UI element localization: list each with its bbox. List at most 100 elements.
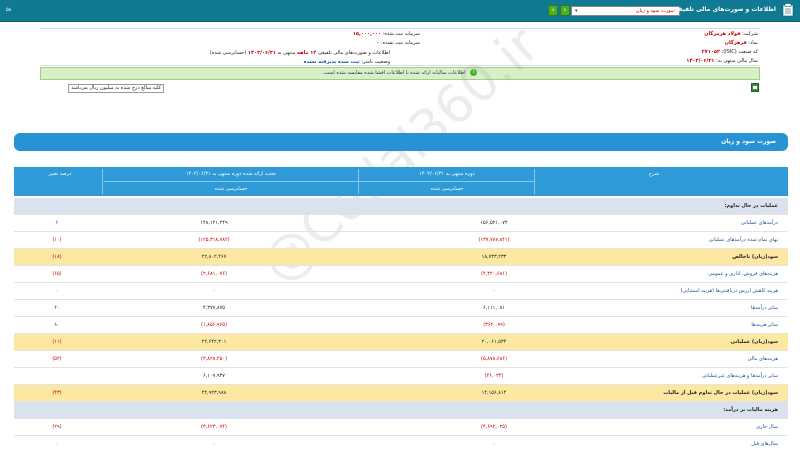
cell-period-1: ۲۰,۰۶۱,۵۳۴ [481, 339, 507, 345]
audit-status: (حسابرسی شده) [209, 50, 247, 56]
isic-value: ۲۷۱۰۵۲ [701, 49, 720, 55]
cell-change: (۴۳) [52, 390, 62, 396]
registered-capital-field: سرمایه ثبت شده: ۱۵,۰۰۰,۰۰۰ [352, 31, 420, 37]
next-button[interactable]: › [560, 5, 570, 16]
table-row: هزینه مالیات بر درآمد: [14, 402, 788, 419]
table-row: هزینه‌های فروش، اداری و عمومی (۴,۴۲۰,۶۸۱)… [14, 266, 788, 283]
header-period-1-status: حسابرسی شده [430, 186, 464, 192]
top-bar: ۵۸ ‹ › صورت سود و زیان ▾ اطلاعات و صورت‌… [0, 0, 800, 22]
page-title: اطلاعات و صورت‌های مالی تلفیقی [672, 6, 776, 13]
cell-change: (۱۰) [52, 237, 62, 243]
codal-report-page: ۵۸ ‹ › صورت سود و زیان ▾ اطلاعات و صورت‌… [0, 0, 800, 450]
cell-period-1: ۰ [492, 441, 496, 447]
issuer-status-value: ثبت شده پذیرفته نشده [303, 59, 360, 65]
cell-period-2: ۰ [212, 441, 216, 447]
symbol-field: نماد: فرهزگان [724, 40, 758, 46]
cell-period-2: (۱,۸۵۶,۹۶۵) [201, 322, 227, 328]
statement-select[interactable]: صورت سود و زیان ▾ [571, 6, 680, 16]
table-row: عملیات در حال تداوم: [14, 198, 788, 215]
row-label: سایر هزینه‌ها [751, 322, 778, 328]
company-value: فولاد هرمزگان [704, 31, 741, 37]
cell-change: ۴۰ [54, 305, 60, 311]
table-header: شرح دوره منتهی به ۱۴۰۳/۰۶/۳۱ حسابرسی شده… [14, 167, 788, 196]
row-label: درآمدهای عملیاتی [740, 220, 778, 226]
cell-change: (۵۴) [52, 356, 62, 362]
statement-rows: عملیات در حال تداوم: درآمدهای عملیاتی ۱۵۶,… [14, 198, 788, 450]
previous-button[interactable]: ‹ [548, 5, 558, 16]
chevron-right-icon: › [563, 6, 567, 14]
document-icon [782, 3, 794, 17]
row-label: سال جاری [756, 424, 778, 430]
table-row: سود(زیان) عملیات در حال تداوم قبل از مال… [14, 385, 788, 402]
cell-period-2: (۱۲۵,۳۱۸,۷۸۲) [198, 237, 230, 243]
cell-period-1: (۲۶,۰۳۴) [484, 373, 504, 379]
row-label: هزینه‌های مالی [747, 356, 778, 362]
table-row: سایر هزینه‌ها (۳۶۲,۰۹۹) (۱,۸۵۶,۹۶۵) ۸۰ [14, 317, 788, 334]
report-type-field: اطلاعات و صورت‌های مالی تلفیقی ۱۲ ماهه م… [209, 50, 390, 56]
row-label: هزینه مالیات بر درآمد: [723, 407, 778, 413]
row-label: عملیات در حال تداوم: [724, 203, 779, 209]
cell-period-2: (۳,۸۲۸,۲۵۰) [201, 356, 227, 362]
cell-period-1: ۶,۱۱۱,۰۸۱ [483, 305, 505, 311]
header-change-percent: درصد تغییر [48, 171, 72, 177]
cell-period-1: ۰ [492, 288, 496, 294]
cell-period-2: ۱۴۸,۱۲۱,۲۴۹ [200, 220, 228, 226]
header-period-2: تجدید ارائه شده دوره منتهی به ۱۴۰۲/۰۶/۳۱ [185, 171, 277, 177]
cell-period-1: (۵,۸۷۸,۶۸۶) [481, 356, 507, 362]
cell-change: (۱۸) [52, 254, 62, 260]
company-info-panel: شرکت: فولاد هرمزگان نماد: فرهزگان کد صنع… [40, 28, 760, 66]
unregistered-capital-field: سرمایه ثبت نشده: ۰ [376, 40, 420, 46]
table-row: سایر درآمدها ۶,۱۱۱,۰۸۱ ۴,۳۷۷,۸۷۵ ۴۰ [14, 300, 788, 317]
row-label: سال‌های قبل [751, 441, 778, 447]
company-field: شرکت: فولاد هرمزگان [704, 31, 758, 37]
version-label: ۵۸ [6, 7, 12, 13]
symbol-value: فرهزگان [724, 40, 747, 46]
chevron-down-icon: ▾ [575, 8, 578, 14]
table-row: بهای تمام شده درآمدهای عملیاتی (۱۳۷,۷۸۷,۸… [14, 232, 788, 249]
fiscal-year-end-field: سال مالی منتهی به: ۱۴۰۳/۰۶/۳۱ [686, 58, 758, 64]
row-label: سود(زیان) عملیات در حال تداوم قبل از مال… [663, 390, 778, 396]
row-label: بهای تمام شده درآمدهای عملیاتی [708, 237, 778, 243]
cell-period-1: (۴,۴۲۰,۶۸۱) [481, 271, 507, 277]
comparison-notice: i اطلاعات سالیانه ارائه شده با اطلاعات ا… [40, 67, 760, 80]
chevron-left-icon: ‹ [551, 6, 555, 14]
cell-change: (۱۱) [52, 339, 62, 345]
table-row: درآمدهای عملیاتی ۱۵۶,۵۲۱,۰۷۴ ۱۴۸,۱۲۱,۲۴۹ ۶ [14, 215, 788, 232]
table-row: سود(زیان) ناخالص ۱۸,۷۳۳,۲۳۳ ۲۲,۸۰۲,۴۶۷ (۱۸) [14, 249, 788, 266]
cell-period-2: ۲۲,۸۰۲,۴۶۷ [201, 254, 227, 260]
table-row: سال جاری (۴,۶۹۲,۰۲۵) (۳,۶۲۳,۰۷۴) (۲۹) [14, 419, 788, 436]
cell-period-2: (۳,۶۲۳,۰۷۴) [201, 424, 227, 430]
cell-period-1: ۱۵۶,۵۲۱,۰۷۴ [480, 220, 508, 226]
header-period-2-status: حسابرسی شده [214, 186, 248, 192]
cell-change: (۲۹) [52, 424, 62, 430]
cell-period-2: (۲,۶۸۱,۰۷۶) [201, 271, 227, 277]
cell-period-1: (۴,۶۹۲,۰۲۵) [481, 424, 507, 430]
info-icon: i [470, 69, 478, 76]
cell-period-2: ۲۲,۶۴۲,۳۰۱ [201, 339, 227, 345]
cell-period-1: ۱۴,۱۵۶,۸۱۴ [481, 390, 507, 396]
report-end-value: ۱۴۰۳/۰۶/۳۱ [247, 50, 276, 56]
cell-period-2: ۰ [212, 288, 216, 294]
excel-export-icon[interactable] [751, 83, 759, 92]
table-row: سود(زیان) عملیاتی ۲۰,۰۶۱,۵۳۴ ۲۲,۶۴۲,۳۰۱ (۱۱… [14, 334, 788, 351]
row-label: سایر درآمدها [751, 305, 778, 311]
notice-text: اطلاعات سالیانه ارائه شده با اطلاعات افش… [322, 70, 466, 76]
issuer-status-field: وضعیت ناشر: ثبت شده پذیرفته نشده [303, 59, 390, 65]
report-period-value: ۱۲ ماهه [297, 50, 317, 56]
cell-period-2: ۶,۱۰۹,۹۳۷ [203, 373, 225, 379]
header-period-1: دوره منتهی به ۱۴۰۳/۰۶/۳۱ [419, 171, 475, 177]
cell-change: ۶ [55, 220, 59, 226]
row-label: سود(زیان) ناخالص [732, 254, 778, 260]
currency-unit-note: کلیه مبالغ درج شده به میلیون ریال می‌باش… [68, 84, 164, 93]
table-row: هزینه کاهش ارزش دریافتنی‌ها (هزینه استثن… [14, 283, 788, 300]
cell-change: (۶۵) [52, 271, 62, 277]
registered-capital-value: ۱۵,۰۰۰,۰۰۰ [352, 31, 382, 37]
cell-period-1: (۱۳۷,۷۸۷,۸۴۱) [478, 237, 510, 243]
row-label: سود(زیان) عملیاتی [730, 339, 779, 345]
cell-period-1: ۱۸,۷۳۳,۲۳۳ [481, 254, 507, 260]
row-label: هزینه‌های فروش، اداری و عمومی [708, 271, 778, 277]
cell-period-2: ۲۴,۹۲۳,۹۸۸ [201, 390, 227, 396]
table-row: سایر درآمدها و هزینه‌های غیرعملیاتی (۲۶,۰… [14, 368, 788, 385]
cell-change: ۸۰ [54, 322, 60, 328]
row-label: سایر درآمدها و هزینه‌های غیرعملیاتی [701, 373, 778, 379]
